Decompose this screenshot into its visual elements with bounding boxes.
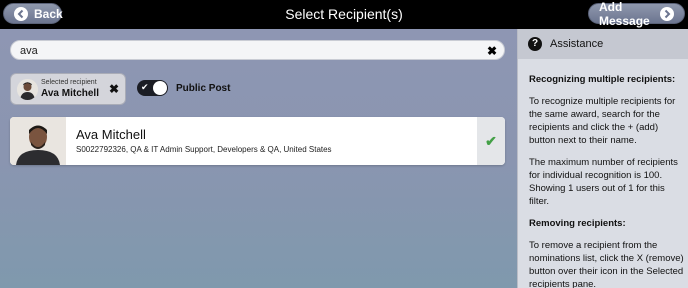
recipient-pane: ✖ Selected recipient Ava Mitchell ✖ ✔ Pu… [0, 29, 517, 288]
section-heading: Recognizing multiple recipients: [529, 74, 676, 85]
add-message-label: Add Message [599, 0, 650, 28]
assistance-header: ? Assistance [518, 29, 688, 59]
toggle-knob [153, 81, 167, 95]
section-paragraph: To remove a recipient from the nominatio… [529, 240, 684, 288]
selected-recipient-name: Ava Mitchell [41, 88, 99, 99]
remove-recipient-icon[interactable]: ✖ [106, 82, 122, 98]
chevron-right-icon [660, 6, 674, 21]
search-box: ✖ [10, 40, 505, 60]
top-bar: Back Select Recipient(s) Add Message [0, 0, 688, 29]
check-icon: ✔ [141, 82, 149, 92]
assistance-body: Recognizing multiple recipients: To reco… [529, 73, 684, 288]
assistance-title: Assistance [550, 38, 604, 50]
public-post-label: Public Post [176, 83, 231, 94]
recipient-details: S0022792326, QA & IT Admin Support, Deve… [76, 145, 332, 154]
add-message-button[interactable]: Add Message [588, 0, 685, 28]
section-paragraph: The maximum number of recipients for ind… [529, 157, 678, 207]
recipient-name: Ava Mitchell [76, 127, 146, 142]
section-heading: Removing recipients: [529, 218, 626, 229]
clear-search-icon[interactable]: ✖ [487, 44, 497, 58]
public-post-toggle[interactable]: ✔ [137, 80, 168, 96]
recipient-result-row[interactable]: Ava Mitchell S0022792326, QA & IT Admin … [10, 117, 505, 165]
page-title: Select Recipient(s) [285, 6, 403, 22]
recipient-photo [10, 117, 66, 165]
assistance-panel: ? Assistance Recognizing multiple recipi… [517, 29, 688, 288]
selected-recipient-caption: Selected recipient [41, 79, 97, 86]
avatar [17, 79, 38, 100]
selected-recipient-chip: Selected recipient Ava Mitchell ✖ [10, 73, 126, 105]
section-paragraph: To recognize multiple recipients for the… [529, 96, 676, 146]
search-input[interactable] [11, 42, 471, 60]
selected-check-icon[interactable]: ✔ [477, 117, 505, 165]
help-icon: ? [528, 37, 542, 51]
